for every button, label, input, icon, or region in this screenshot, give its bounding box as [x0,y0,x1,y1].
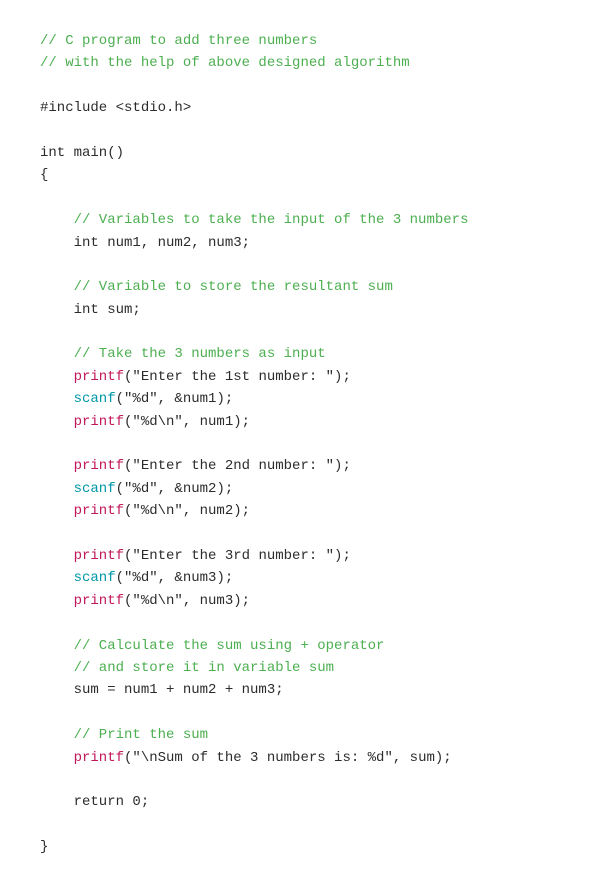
code-line [40,433,560,455]
code-line: // with the help of above designed algor… [40,52,560,74]
code-block: // C program to add three numbers// with… [40,30,560,858]
code-line: // Calculate the sum using + operator [40,635,560,657]
code-line: printf("%d\n", num1); [40,411,560,433]
code-line: // Variables to take the input of the 3 … [40,209,560,231]
code-line [40,523,560,545]
code-line: // Variable to store the resultant sum [40,276,560,298]
code-line: printf("\nSum of the 3 numbers is: %d", … [40,747,560,769]
code-line: { [40,164,560,186]
code-line: // Print the sum [40,724,560,746]
code-line: // Take the 3 numbers as input [40,343,560,365]
code-line: printf("Enter the 1st number: "); [40,366,560,388]
code-line: // and store it in variable sum [40,657,560,679]
code-line: printf("%d\n", num2); [40,500,560,522]
code-line [40,321,560,343]
code-line: return 0; [40,791,560,813]
code-line [40,769,560,791]
code-line: #include <stdio.h> [40,97,560,119]
code-line [40,814,560,836]
code-line: // C program to add three numbers [40,30,560,52]
code-line: scanf("%d", &num3); [40,567,560,589]
code-container: // C program to add three numbers// with… [0,0,600,894]
code-line: scanf("%d", &num1); [40,388,560,410]
code-line: int num1, num2, num3; [40,232,560,254]
code-line: printf("Enter the 2nd number: "); [40,455,560,477]
code-line [40,612,560,634]
code-line: int sum; [40,299,560,321]
code-line [40,187,560,209]
code-line [40,120,560,142]
code-line: printf("Enter the 3rd number: "); [40,545,560,567]
code-line: int main() [40,142,560,164]
code-line: printf("%d\n", num3); [40,590,560,612]
code-line: scanf("%d", &num2); [40,478,560,500]
code-line [40,254,560,276]
code-line [40,75,560,97]
code-line: sum = num1 + num2 + num3; [40,679,560,701]
code-line [40,702,560,724]
code-line: } [40,836,560,858]
